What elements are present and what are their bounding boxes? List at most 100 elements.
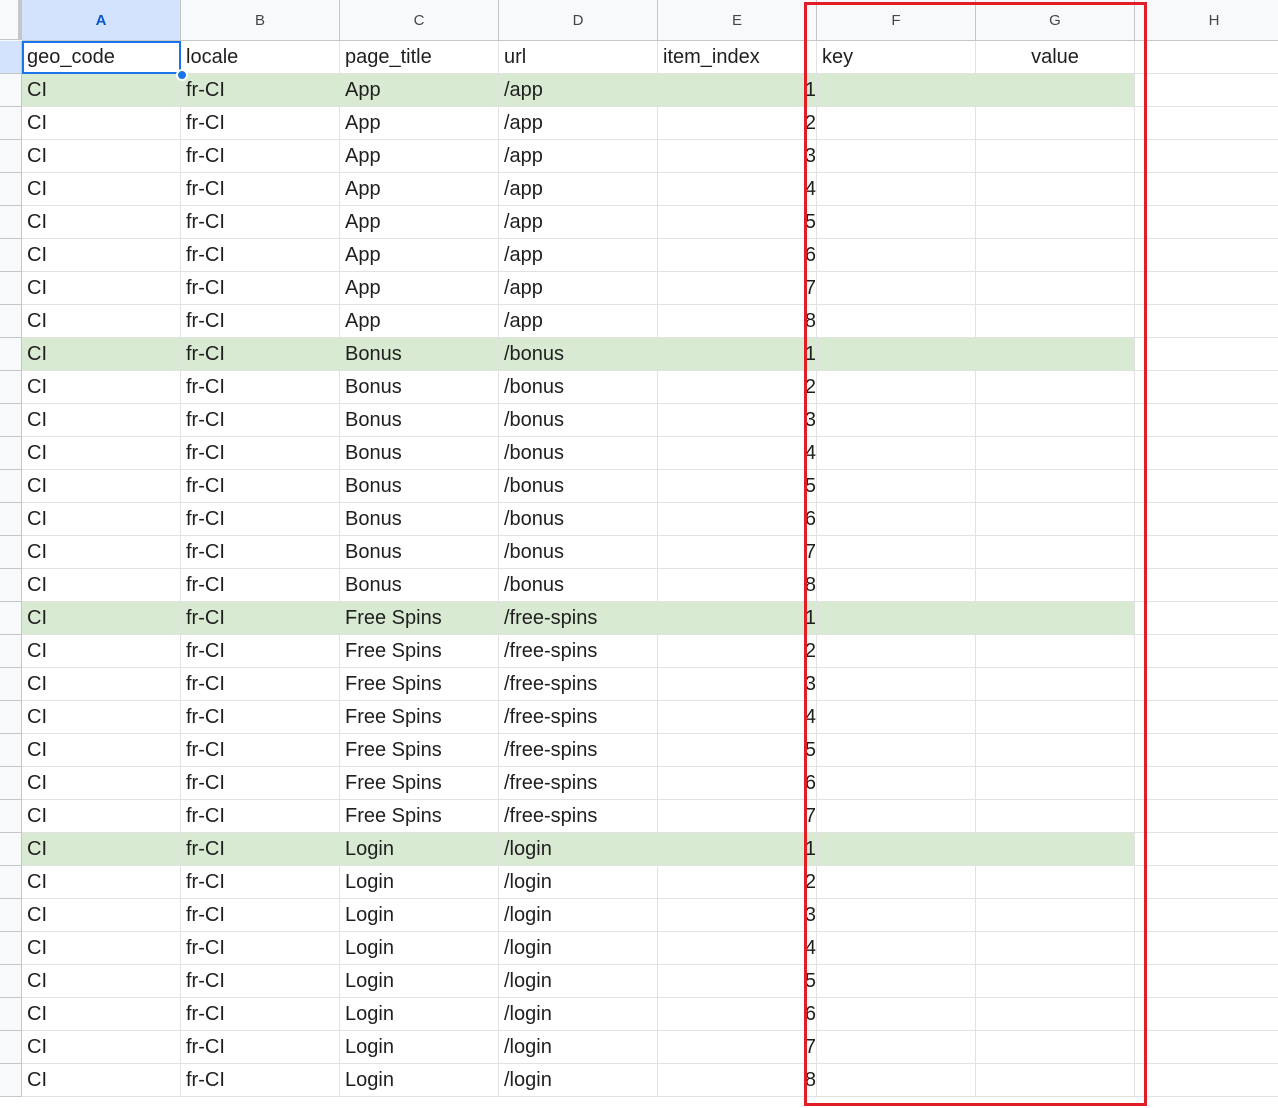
- row-header[interactable]: [0, 1064, 22, 1097]
- cell-geo-code[interactable]: CI: [22, 371, 181, 404]
- cell-locale[interactable]: fr-CI: [181, 1064, 340, 1097]
- cell-h[interactable]: [1135, 734, 1278, 767]
- cell-geo-code[interactable]: CI: [22, 1031, 181, 1064]
- row-header[interactable]: [0, 107, 22, 140]
- cell-h[interactable]: [1135, 800, 1278, 833]
- cell-page-title[interactable]: Login: [340, 998, 499, 1031]
- row-header[interactable]: [0, 239, 22, 272]
- cell-url[interactable]: /app: [499, 140, 658, 173]
- cell-h[interactable]: [1135, 899, 1278, 932]
- cell-value[interactable]: [976, 1064, 1135, 1097]
- row-header[interactable]: [0, 503, 22, 536]
- row-header[interactable]: [0, 767, 22, 800]
- cell-key[interactable]: [817, 998, 976, 1031]
- cell-locale[interactable]: fr-CI: [181, 74, 340, 107]
- cell-item-index[interactable]: 6: [658, 767, 817, 800]
- cell-url[interactable]: /login: [499, 833, 658, 866]
- cell-url[interactable]: /bonus: [499, 371, 658, 404]
- cell-page-title[interactable]: App: [340, 107, 499, 140]
- select-all-corner[interactable]: [0, 0, 22, 40]
- row-header[interactable]: [0, 41, 22, 74]
- cell-item-index[interactable]: 8: [658, 305, 817, 338]
- row-header[interactable]: [0, 1031, 22, 1064]
- cell-locale[interactable]: fr-CI: [181, 305, 340, 338]
- row-header[interactable]: [0, 932, 22, 965]
- cell-url[interactable]: /free-spins: [499, 602, 658, 635]
- cell-url[interactable]: /login: [499, 965, 658, 998]
- cell-value[interactable]: [976, 437, 1135, 470]
- cell-value[interactable]: [976, 107, 1135, 140]
- cell-value[interactable]: [976, 338, 1135, 371]
- cell-key-header[interactable]: key: [817, 41, 976, 74]
- cell-page-title[interactable]: Login: [340, 965, 499, 998]
- cell-value[interactable]: [976, 1031, 1135, 1064]
- row-header[interactable]: [0, 404, 22, 437]
- cell-item-index[interactable]: 3: [658, 404, 817, 437]
- cell-key[interactable]: [817, 206, 976, 239]
- cell-item-index[interactable]: 3: [658, 668, 817, 701]
- cell-page-title[interactable]: Login: [340, 1064, 499, 1097]
- cell-item-index[interactable]: 6: [658, 239, 817, 272]
- cell-value[interactable]: [976, 833, 1135, 866]
- cell-page-title[interactable]: Login: [340, 1031, 499, 1064]
- cell-key[interactable]: [817, 140, 976, 173]
- cell-geo-code[interactable]: CI: [22, 470, 181, 503]
- cell-url[interactable]: /login: [499, 899, 658, 932]
- cell-h[interactable]: [1135, 371, 1278, 404]
- cell-locale[interactable]: fr-CI: [181, 140, 340, 173]
- row-header[interactable]: [0, 965, 22, 998]
- cell-url[interactable]: /bonus: [499, 503, 658, 536]
- row-header[interactable]: [0, 998, 22, 1031]
- cell-key[interactable]: [817, 239, 976, 272]
- row-header[interactable]: [0, 206, 22, 239]
- cell-page-title[interactable]: Bonus: [340, 371, 499, 404]
- cell-page-title[interactable]: App: [340, 140, 499, 173]
- cell-locale[interactable]: fr-CI: [181, 668, 340, 701]
- cell-url-header[interactable]: url: [499, 41, 658, 74]
- cell-locale[interactable]: fr-CI: [181, 239, 340, 272]
- cell-locale[interactable]: fr-CI: [181, 734, 340, 767]
- cell-page-title[interactable]: Login: [340, 833, 499, 866]
- cell-page-title-header[interactable]: page_title: [340, 41, 499, 74]
- cell-locale[interactable]: fr-CI: [181, 833, 340, 866]
- cell-item-index[interactable]: 1: [658, 338, 817, 371]
- cell-value[interactable]: [976, 140, 1135, 173]
- cell-geo-code[interactable]: CI: [22, 833, 181, 866]
- cell-page-title[interactable]: Bonus: [340, 569, 499, 602]
- cell-geo-code[interactable]: CI: [22, 767, 181, 800]
- cell-geo-code[interactable]: CI: [22, 503, 181, 536]
- cell-url[interactable]: /login: [499, 1031, 658, 1064]
- cell-url[interactable]: /login: [499, 998, 658, 1031]
- cell-item-index[interactable]: 7: [658, 272, 817, 305]
- cell-item-index[interactable]: 1: [658, 833, 817, 866]
- cell-geo-code[interactable]: CI: [22, 536, 181, 569]
- cell-page-title[interactable]: Bonus: [340, 404, 499, 437]
- cell-geo-code[interactable]: CI: [22, 998, 181, 1031]
- cell-h[interactable]: [1135, 701, 1278, 734]
- cell-h[interactable]: [1135, 1064, 1278, 1097]
- cell-value[interactable]: [976, 701, 1135, 734]
- cell-item-index[interactable]: 8: [658, 569, 817, 602]
- cell-locale[interactable]: fr-CI: [181, 767, 340, 800]
- cell-h[interactable]: [1135, 998, 1278, 1031]
- cell-page-title[interactable]: Login: [340, 899, 499, 932]
- cell-item-index-header[interactable]: item_index: [658, 41, 817, 74]
- cell-item-index[interactable]: 5: [658, 470, 817, 503]
- cell-url[interactable]: /bonus: [499, 470, 658, 503]
- cell-geo-code[interactable]: CI: [22, 140, 181, 173]
- column-header-f[interactable]: F: [817, 0, 976, 41]
- cell-value[interactable]: [976, 371, 1135, 404]
- cell-item-index[interactable]: 7: [658, 1031, 817, 1064]
- cell-page-title[interactable]: Free Spins: [340, 734, 499, 767]
- cell-geo-code[interactable]: CI: [22, 107, 181, 140]
- cell-key[interactable]: [817, 404, 976, 437]
- cell-url[interactable]: /bonus: [499, 338, 658, 371]
- cell-geo-code[interactable]: CI: [22, 734, 181, 767]
- cell-page-title[interactable]: App: [340, 173, 499, 206]
- cell-geo-code[interactable]: CI: [22, 932, 181, 965]
- cell-h[interactable]: [1135, 602, 1278, 635]
- cell-item-index[interactable]: 5: [658, 965, 817, 998]
- cell-key[interactable]: [817, 272, 976, 305]
- cell-key[interactable]: [817, 437, 976, 470]
- cell-value[interactable]: [976, 602, 1135, 635]
